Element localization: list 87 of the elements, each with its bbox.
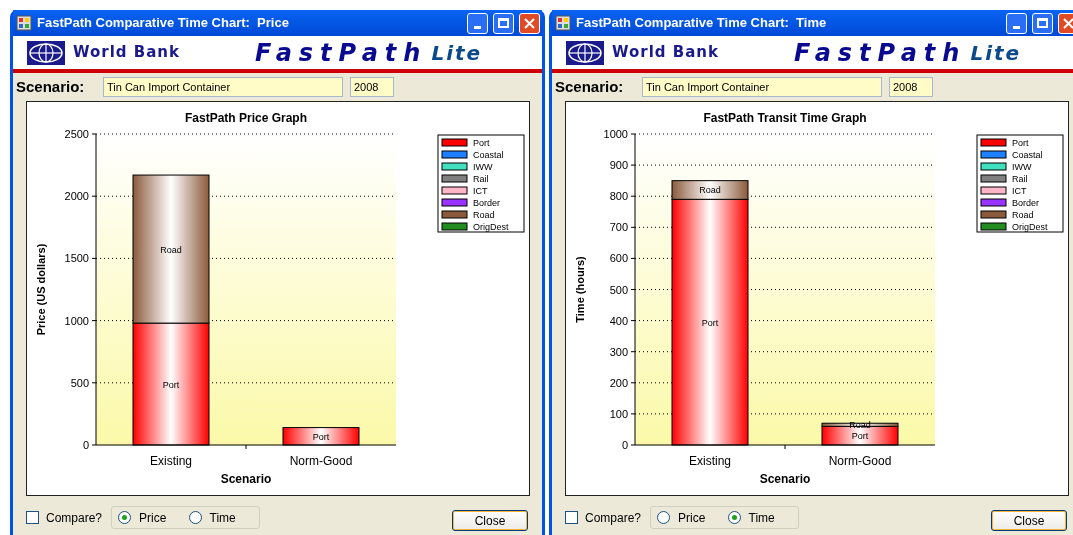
chart-title: FastPath Transit Time Graph (703, 111, 867, 125)
segment-label: Port (701, 317, 719, 328)
product-name: FastPath (255, 37, 428, 69)
legend-label: IWW (1012, 162, 1032, 172)
legend-label: ICT (1012, 186, 1027, 196)
legend-label: Coastal (473, 150, 504, 160)
compare-label: Compare? (46, 509, 104, 527)
x-axis-label: Scenario (759, 472, 811, 486)
legend-label: Road (1012, 210, 1034, 220)
edition-name: Lite (431, 39, 483, 67)
legend-label: ICT (473, 186, 488, 196)
legend-label: Port (473, 138, 490, 148)
y-tick-label: 0 (621, 439, 628, 451)
globe-logo-icon (27, 40, 65, 65)
radio-label: Price (678, 509, 706, 527)
segment-label: Port (312, 431, 330, 442)
globe-logo-icon (566, 40, 604, 65)
legend-label: OrigDest (473, 222, 509, 232)
y-tick-label: 900 (609, 159, 628, 172)
maximize-button[interactable] (1032, 12, 1053, 34)
legend-label: IWW (473, 162, 493, 172)
y-tick-label: 400 (609, 314, 628, 327)
y-tick-label: 200 (609, 376, 628, 389)
minimize-button[interactable] (467, 12, 488, 34)
y-tick-label: 1000 (603, 128, 628, 140)
minimize-button[interactable] (1006, 12, 1027, 34)
y-tick-label: 100 (609, 407, 628, 420)
scenario-name-field[interactable]: Tin Can Import Container (642, 77, 882, 97)
scenario-name-field[interactable]: Tin Can Import Container (103, 77, 343, 97)
legend-label: Rail (473, 174, 489, 184)
org-name: World Bank (73, 42, 182, 64)
edition-name: Lite (970, 39, 1022, 67)
chart-title: FastPath Price Graph (185, 111, 307, 125)
compare-checkbox[interactable] (565, 511, 578, 524)
y-tick-label: 1500 (64, 252, 89, 265)
y-tick-label: 800 (609, 190, 628, 203)
product-name: FastPath (794, 37, 967, 69)
radio-label: Price (139, 509, 167, 527)
radio-label: Time (748, 509, 775, 527)
window-title: FastPath Comparative Time Chart: Price (37, 14, 290, 33)
legend-label: OrigDest (1012, 222, 1048, 232)
close-button[interactable]: Close (452, 510, 528, 531)
scenario-label: Scenario: (16, 76, 86, 97)
close-icon[interactable] (519, 12, 540, 34)
y-tick-label: 300 (609, 345, 628, 358)
x-tick-label: Existing (150, 454, 192, 468)
app-icon (555, 15, 571, 31)
close-button[interactable]: Close (991, 510, 1067, 531)
legend-label: Border (473, 198, 500, 208)
y-tick-label: 500 (70, 376, 89, 389)
segment-label: Road (699, 185, 721, 196)
legend-label: Rail (1012, 174, 1028, 184)
org-name: World Bank (612, 42, 721, 64)
x-axis-label: Scenario (220, 472, 272, 486)
y-tick-label: 600 (609, 252, 628, 265)
segment-label: Port (851, 431, 869, 442)
year-field[interactable]: 2008 (889, 77, 933, 97)
legend-label: Border (1012, 198, 1039, 208)
compare-label: Compare? (585, 509, 643, 527)
scenario-label: Scenario: (555, 76, 625, 97)
radio-button[interactable] (188, 511, 202, 524)
x-tick-label: Existing (689, 454, 731, 468)
maximize-button[interactable] (493, 12, 514, 34)
radio-button[interactable] (727, 511, 741, 524)
radio-button[interactable] (118, 511, 131, 524)
radio-button[interactable] (657, 511, 670, 524)
y-axis-label: Price (US dollars) (35, 243, 47, 336)
y-tick-label: 1000 (64, 314, 89, 327)
y-tick-label: 500 (609, 283, 628, 296)
y-tick-label: 2500 (64, 128, 89, 140)
radio-label: Time (209, 509, 236, 527)
legend-label: Port (1012, 138, 1029, 148)
segment-label: Port (162, 379, 180, 390)
x-tick-label: Norm-Good (289, 454, 353, 468)
y-tick-label: 0 (82, 439, 89, 451)
segment-label: Road (160, 244, 182, 255)
y-tick-label: 700 (609, 221, 628, 234)
y-axis-label: Time (hours) (574, 256, 586, 323)
legend-label: Coastal (1012, 150, 1043, 160)
close-icon[interactable] (1058, 12, 1073, 34)
y-tick-label: 2000 (64, 190, 89, 203)
x-tick-label: Norm-Good (828, 454, 892, 468)
app-icon (16, 15, 32, 31)
window-title: FastPath Comparative Time Chart: Time (576, 14, 828, 33)
year-field[interactable]: 2008 (350, 77, 394, 97)
compare-checkbox[interactable] (26, 511, 39, 524)
legend-label: Road (473, 210, 495, 220)
